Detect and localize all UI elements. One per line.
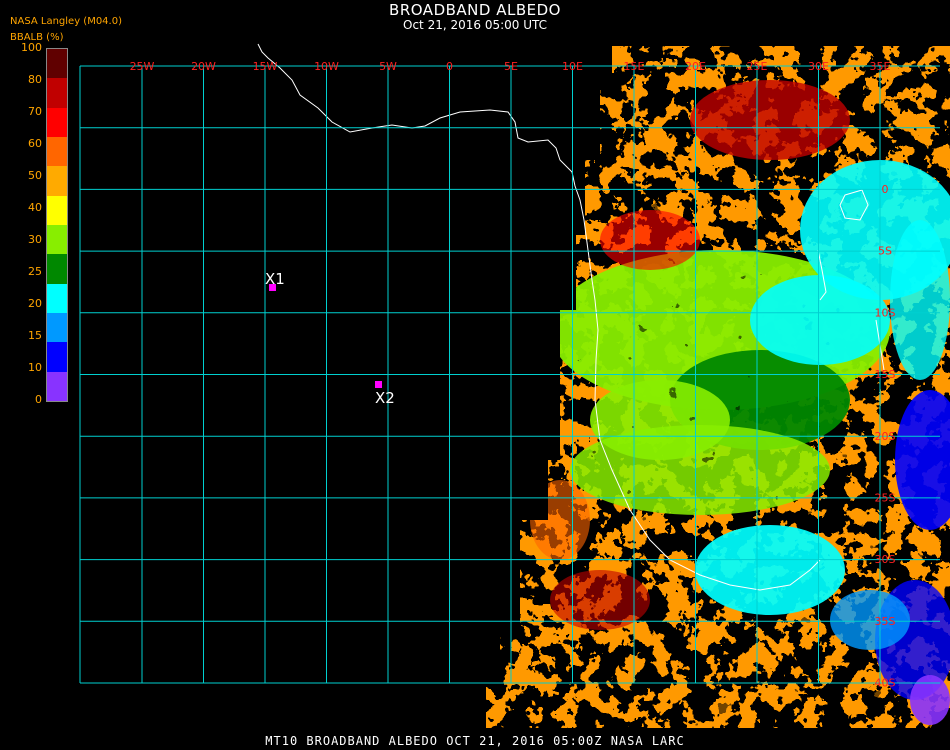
lat-label: 30S (875, 553, 896, 566)
lon-label: 15E (624, 60, 645, 73)
lon-label: 20E (685, 60, 706, 73)
lat-label: 15S (875, 368, 896, 381)
lon-label: 10W (314, 60, 339, 73)
lon-label: 5W (379, 60, 397, 73)
lon-label: 10E (562, 60, 583, 73)
lon-label: 0 (446, 60, 453, 73)
lon-label: 15W (253, 60, 278, 73)
lat-label: 35S (875, 615, 896, 628)
lat-label: 20S (875, 430, 896, 443)
lat-label: 10S (875, 306, 896, 319)
svg-text:X1: X1 (265, 270, 285, 288)
marker-x1: X1 (265, 270, 285, 291)
lon-label: 20W (191, 60, 216, 73)
lat-label: 40S (875, 677, 896, 690)
lat-label: 0 (882, 183, 889, 196)
lon-label: 5E (504, 60, 518, 73)
albedo-map: 25W 20W 15W 10W 5W 0 5E 10E 15E 20E 25E 30E 35E 0 5S 10… (79, 43, 950, 728)
marker-x2: X2 (375, 381, 395, 407)
lon-label: 30E (808, 60, 829, 73)
lat-label: 5S (878, 245, 892, 258)
lon-label: 35E (870, 60, 891, 73)
lon-label: 25E (747, 60, 768, 73)
footer-caption: MT10 BROADBAND ALBEDO OCT 21, 2016 05:00… (265, 734, 685, 748)
svg-text:X2: X2 (375, 389, 395, 407)
lon-label: 25W (130, 60, 155, 73)
lat-label: 25S (875, 492, 896, 505)
